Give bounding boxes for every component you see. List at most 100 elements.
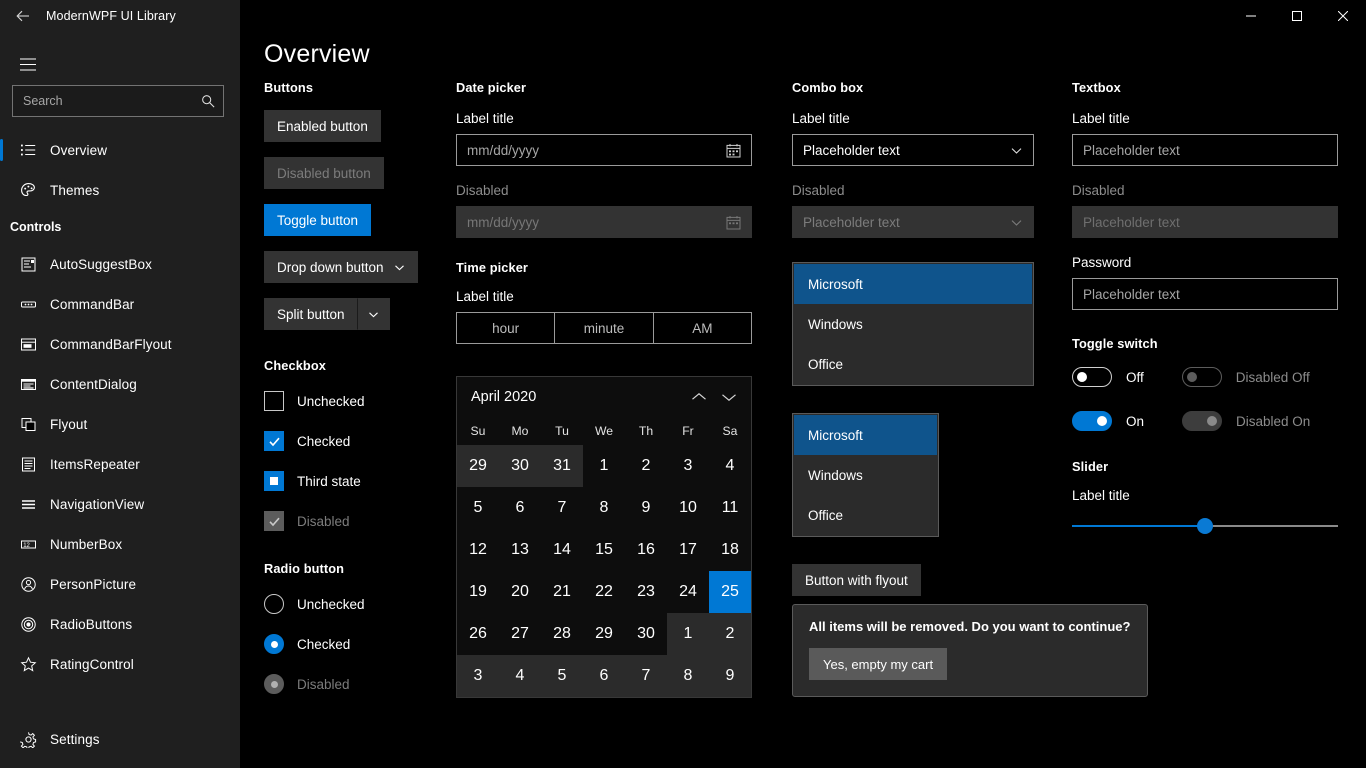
enabled-button[interactable]: Enabled button — [264, 110, 381, 142]
calendar-month-label[interactable]: April 2020 — [471, 389, 536, 405]
close-button[interactable] — [1320, 0, 1366, 32]
calendar-day-cell[interactable]: 15 — [583, 529, 625, 571]
list-item[interactable]: Office — [794, 495, 937, 535]
radio-circle[interactable] — [264, 594, 284, 614]
radio-unchecked[interactable]: Unchecked — [264, 592, 464, 616]
list-item[interactable]: Windows — [794, 304, 1032, 344]
sidebar-item-radiobuttons[interactable]: RadioButtons — [0, 604, 240, 644]
calendar-day-cell[interactable]: 8 — [583, 487, 625, 529]
sidebar-item-numberbox[interactable]: 12 NumberBox — [0, 524, 240, 564]
calendar-day-cell[interactable]: 27 — [499, 613, 541, 655]
split-button[interactable]: Split button — [264, 298, 390, 330]
combobox-input[interactable]: Placeholder text — [792, 134, 1034, 166]
sidebar-item-ratingcontrol[interactable]: RatingControl — [0, 644, 240, 684]
calendar-day-cell[interactable]: 7 — [541, 487, 583, 529]
hamburger-menu-button[interactable] — [8, 46, 48, 82]
listbox-small[interactable]: MicrosoftWindowsOffice — [792, 413, 939, 537]
calendar-day-cell[interactable]: 26 — [457, 613, 499, 655]
timepicker-hour[interactable]: hour — [457, 313, 554, 343]
list-item[interactable]: Office — [794, 344, 1032, 384]
calendar-day-cell[interactable]: 7 — [625, 655, 667, 697]
search-box[interactable] — [12, 85, 224, 117]
checkbox-box[interactable] — [264, 471, 284, 491]
flyout-confirm-button[interactable]: Yes, empty my cart — [809, 648, 947, 680]
search-input[interactable] — [13, 94, 193, 108]
chevron-down-icon[interactable] — [1010, 144, 1023, 157]
timepicker-meridiem[interactable]: AM — [653, 313, 751, 343]
calendar-grid[interactable]: 2930311234567891011121314151617181920212… — [457, 445, 751, 697]
calendar-day-cell[interactable]: 12 — [457, 529, 499, 571]
calendar-day-cell[interactable]: 28 — [541, 613, 583, 655]
calendar-day-cell[interactable]: 18 — [709, 529, 751, 571]
calendar-day-cell[interactable]: 1 — [667, 613, 709, 655]
list-item[interactable]: Windows — [794, 455, 937, 495]
split-button-toggle[interactable] — [358, 298, 390, 330]
timepicker-input[interactable]: hour minute AM — [456, 312, 752, 344]
sidebar-item-commandbarflyout[interactable]: CommandBarFlyout — [0, 324, 240, 364]
calendar-day-cell[interactable]: 5 — [541, 655, 583, 697]
split-button-main[interactable]: Split button — [264, 298, 358, 330]
slider-thumb[interactable] — [1197, 518, 1213, 534]
calendar-day-cell[interactable]: 19 — [457, 571, 499, 613]
sidebar-item-personpicture[interactable]: PersonPicture — [0, 564, 240, 604]
sidebar-item-settings[interactable]: Settings — [0, 719, 240, 759]
calendar-day-cell[interactable]: 17 — [667, 529, 709, 571]
toggle-button[interactable]: Toggle button — [264, 204, 371, 236]
calendar-day-cell[interactable]: 30 — [499, 445, 541, 487]
calendar-day-cell[interactable]: 2 — [709, 613, 751, 655]
calendar-day-cell[interactable]: 22 — [583, 571, 625, 613]
calendar-day-cell[interactable]: 4 — [709, 445, 751, 487]
calendar-day-cell[interactable]: 30 — [625, 613, 667, 655]
sidebar-item-commandbar[interactable]: CommandBar — [0, 284, 240, 324]
checkbox-box[interactable] — [264, 391, 284, 411]
list-item[interactable]: Microsoft — [794, 264, 1032, 304]
back-button[interactable] — [0, 0, 46, 32]
datepicker-input[interactable]: mm/dd/yyyy — [456, 134, 752, 166]
calendar-icon[interactable] — [726, 143, 741, 158]
calendar-day-cell[interactable]: 31 — [541, 445, 583, 487]
calendar-day-cell[interactable]: 5 — [457, 487, 499, 529]
calendar-day-cell[interactable]: 2 — [625, 445, 667, 487]
calendar-day-cell[interactable]: 23 — [625, 571, 667, 613]
radio-checked[interactable]: Checked — [264, 632, 464, 656]
calendar-day-cell[interactable]: 25 — [709, 571, 751, 613]
toggle-switch-on[interactable] — [1072, 411, 1112, 431]
calendar-day-cell[interactable]: 21 — [541, 571, 583, 613]
checkbox-checked[interactable]: Checked — [264, 429, 464, 453]
sidebar-item-itemsrepeater[interactable]: ItemsRepeater — [0, 444, 240, 484]
calendar-day-cell[interactable]: 6 — [583, 655, 625, 697]
calendar-day-cell[interactable]: 20 — [499, 571, 541, 613]
calendar-day-cell[interactable]: 13 — [499, 529, 541, 571]
settings-row[interactable]: Settings — [0, 719, 240, 759]
calendar-day-cell[interactable]: 29 — [457, 445, 499, 487]
calendar-day-cell[interactable]: 9 — [709, 655, 751, 697]
calendar-day-cell[interactable]: 3 — [457, 655, 499, 697]
chevron-down-icon[interactable] — [721, 392, 737, 402]
password-input[interactable]: Placeholder text — [1072, 278, 1338, 310]
sidebar-item-flyout[interactable]: Flyout — [0, 404, 240, 444]
checkbox-third-state[interactable]: Third state — [264, 469, 464, 493]
slider[interactable] — [1072, 515, 1338, 537]
checkbox-box[interactable] — [264, 431, 284, 451]
calendar-day-cell[interactable]: 1 — [583, 445, 625, 487]
chevron-up-icon[interactable] — [691, 392, 707, 402]
sidebar-item-navigationview[interactable]: NavigationView — [0, 484, 240, 524]
textbox-input[interactable]: Placeholder text — [1072, 134, 1338, 166]
list-item[interactable]: Microsoft — [794, 415, 937, 455]
maximize-button[interactable] — [1274, 0, 1320, 32]
calendar-day-cell[interactable]: 29 — [583, 613, 625, 655]
sidebar-item-contentdialog[interactable]: ContentDialog — [0, 364, 240, 404]
calendar-day-cell[interactable]: 10 — [667, 487, 709, 529]
calendar-day-cell[interactable]: 9 — [625, 487, 667, 529]
calendar-day-cell[interactable]: 14 — [541, 529, 583, 571]
timepicker-minute[interactable]: minute — [554, 313, 652, 343]
sidebar-item-overview[interactable]: Overview — [0, 130, 240, 170]
calendar-day-cell[interactable]: 16 — [625, 529, 667, 571]
calendar-day-cell[interactable]: 11 — [709, 487, 751, 529]
calendar-day-cell[interactable]: 4 — [499, 655, 541, 697]
dropdown-button[interactable]: Drop down button — [264, 251, 418, 283]
checkbox-unchecked[interactable]: Unchecked — [264, 389, 464, 413]
button-with-flyout[interactable]: Button with flyout — [792, 564, 921, 596]
sidebar-item-autosuggestbox[interactable]: AutoSuggestBox — [0, 244, 240, 284]
minimize-button[interactable] — [1228, 0, 1274, 32]
